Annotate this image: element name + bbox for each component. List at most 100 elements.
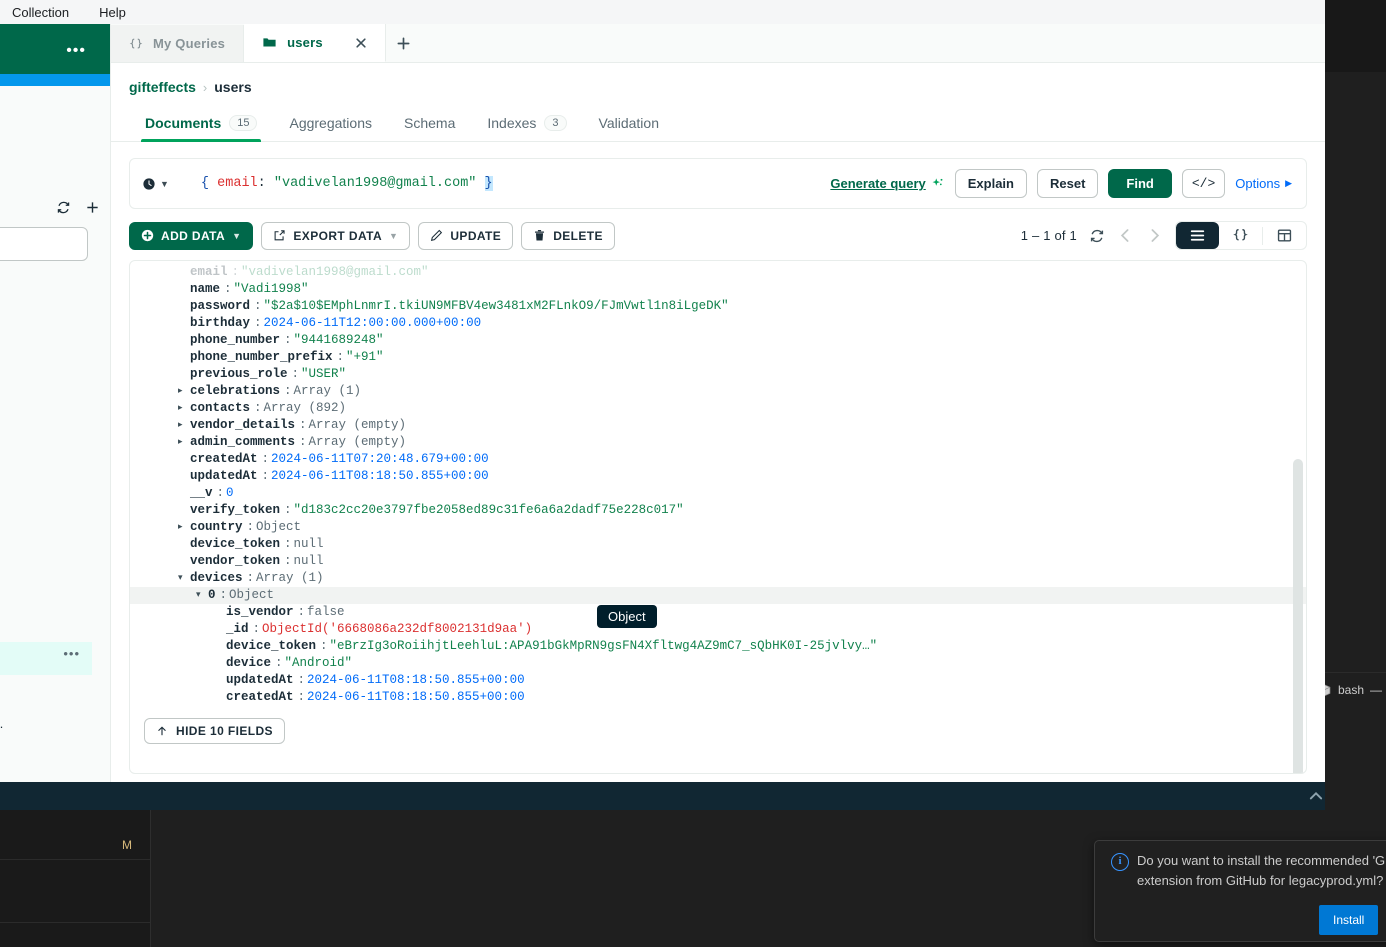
prev-page-icon[interactable] [1117,227,1134,244]
sidebar-item-menu-icon[interactable]: ••• [63,647,80,660]
tab-indexes-label: Indexes [487,115,537,131]
json-view-icon[interactable] [1219,222,1262,249]
expander-icon[interactable]: ▸ [178,519,188,536]
sidebar-item-active[interactable]: ••• [0,642,92,675]
options-toggle[interactable]: Options ▶ [1235,176,1292,191]
tab-documents[interactable]: Documents 15 [129,107,273,142]
table-view-icon[interactable] [1263,222,1306,249]
document-field-row[interactable]: updatedAt:2024-06-11T08:18:50.855+00:00 [130,672,1306,689]
query-history-button[interactable]: ▼ [142,177,169,191]
document-field-row[interactable]: phone_number_prefix: "+91" [130,349,1306,366]
document-field-row[interactable]: password: "$2a$10$EMphLnmrI.tkiUN9MFBV4ew… [130,298,1306,315]
document-field-row[interactable]: ▾ 0: Object [130,587,1306,604]
menu-help[interactable]: Help [95,3,130,22]
install-button[interactable]: Install [1319,905,1379,935]
breadcrumb-database[interactable]: gifteffects [129,79,196,95]
document-field-row[interactable]: ▸ contacts: Array (892) [130,400,1306,417]
explain-button[interactable]: Explain [954,169,1027,198]
tab-indexes[interactable]: Indexes 3 [471,107,582,141]
expander-icon[interactable]: ▾ [196,587,206,604]
document-field-row[interactable]: updatedAt:2024-06-11T08:18:50.855+00:00 [130,468,1306,485]
tab-users[interactable]: users [244,24,386,62]
field-separator: : [254,299,262,313]
field-key: updatedAt [190,469,258,483]
clock-icon [142,177,156,191]
tab-my-queries[interactable]: My Queries [111,25,245,62]
tab-validation[interactable]: Validation [583,107,675,141]
tab-schema[interactable]: Schema [388,107,471,141]
vscode-notification-toast: i Do you want to install the recommended… [1094,840,1386,942]
field-key: _id [226,622,249,636]
next-page-icon[interactable] [1146,227,1163,244]
document-field-row[interactable]: phone_number: "9441689248" [130,332,1306,349]
chevron-right-icon: ▶ [1285,178,1292,188]
sidebar-search-input[interactable] [0,227,88,261]
query-open-brace: { [200,176,210,191]
field-value: 2024-06-11T08:18:50.855+00:00 [307,673,525,687]
document-field-row[interactable]: device_token: null [130,536,1306,553]
document-field-row[interactable]: ▸ vendor_details: Array (empty) [130,417,1306,434]
sidebar-connection-menu-icon[interactable]: ••• [66,43,86,59]
notification-line-2: extension from GitHub for legacyprod.yml… [1137,873,1384,888]
document-field-row[interactable]: device: "Android" [130,655,1306,672]
workspace-tab-bar: My Queries users [111,24,1325,63]
export-data-button[interactable]: EXPORT DATA ▼ [261,221,411,250]
plus-circle-icon [141,229,154,242]
document-scroll-area[interactable]: email: "vadivelan1998@gmail.com" name: "Vad… [130,261,1306,773]
expander-icon[interactable]: ▸ [178,417,188,434]
document-field-row[interactable]: ▸ country: Object [130,519,1306,536]
document-field-row[interactable]: previous_role: "USER" [130,366,1306,383]
expander-icon[interactable]: ▸ [178,434,188,451]
document-field-row[interactable]: ▸ celebrations: Array (1) [130,383,1306,400]
update-label: UPDATE [450,228,502,243]
refresh-documents-icon[interactable] [1089,228,1105,244]
field-separator: : [246,571,255,585]
tab-aggregations[interactable]: Aggregations [273,107,388,141]
find-button[interactable]: Find [1108,169,1172,198]
expander-icon[interactable]: ▾ [178,570,188,587]
expander-icon[interactable]: ▸ [178,400,188,417]
breadcrumb-collection: users [214,79,252,95]
new-tab-button[interactable] [386,25,422,62]
field-key: previous_role [190,367,288,381]
add-data-button[interactable]: ADD DATA ▼ [129,221,254,250]
document-list: email: "vadivelan1998@gmail.com" name: "Vad… [129,260,1307,774]
document-field-row[interactable]: device_token: "eBrzIg3oRoiihjtLeehluL:APA… [130,638,1306,655]
crud-toolbar: ADD DATA ▼ EXPORT DATA ▼ UPDATE DELETE 1… [111,209,1325,260]
document-field-row[interactable]: createdAt:2024-06-11T08:18:50.855+00:00 [130,689,1306,706]
document-field-row[interactable]: vendor_token: null [130,553,1306,570]
refresh-icon[interactable] [56,200,71,215]
list-view-icon[interactable] [1176,222,1219,249]
document-field-row[interactable]: ▸ admin_comments: Array (empty) [130,434,1306,451]
document-field-row[interactable]: is_vendor: false [130,604,1306,621]
document-field-row[interactable]: __v:0 [130,485,1306,502]
terminal-split-icon[interactable]: — [1370,683,1382,697]
expander-icon[interactable]: ▸ [178,383,188,400]
vscode-terminal-tab[interactable]: bash — [1317,675,1386,705]
reset-button[interactable]: Reset [1037,169,1099,198]
document-field-row[interactable]: verify_token: "d183c2cc20e3797fbe2058ed89… [130,502,1306,519]
arrow-up-icon [156,725,168,737]
update-button[interactable]: UPDATE [418,221,514,250]
generate-query-button[interactable]: Generate query [830,176,944,191]
hide-fields-button[interactable]: HIDE 10 FIELDS [144,718,285,744]
chevron-up-icon[interactable] [1307,787,1325,805]
delete-button[interactable]: DELETE [521,221,615,250]
query-input[interactable]: { email: "vadivelan1998@gmail.com" } [201,176,493,191]
plus-icon[interactable] [85,200,100,215]
document-field-row[interactable]: _id: ObjectId('6668086a232df8002131d9aa') [130,621,1306,638]
options-label: Options [1235,176,1281,191]
field-separator: : [261,452,270,466]
document-field-row[interactable]: birthday:2024-06-11T12:00:00.000+00:00 [130,315,1306,332]
field-separator: : [299,418,307,432]
document-field-row[interactable]: name: "Vadi1998" [130,281,1306,298]
field-key: devices [190,571,243,585]
document-field-row[interactable]: email: "vadivelan1998@gmail.com" [130,264,1306,281]
sidebar-item-6[interactable]: ributions_de… [0,716,4,731]
close-icon[interactable] [355,37,367,49]
export-to-language-button[interactable]: </> [1181,169,1226,198]
document-field-row[interactable]: ▾ devices: Array (1) [130,570,1306,587]
document-scrollbar[interactable] [1293,459,1303,773]
menu-collection[interactable]: Collection [8,3,73,22]
document-field-row[interactable]: createdAt:2024-06-11T07:20:48.679+00:00 [130,451,1306,468]
